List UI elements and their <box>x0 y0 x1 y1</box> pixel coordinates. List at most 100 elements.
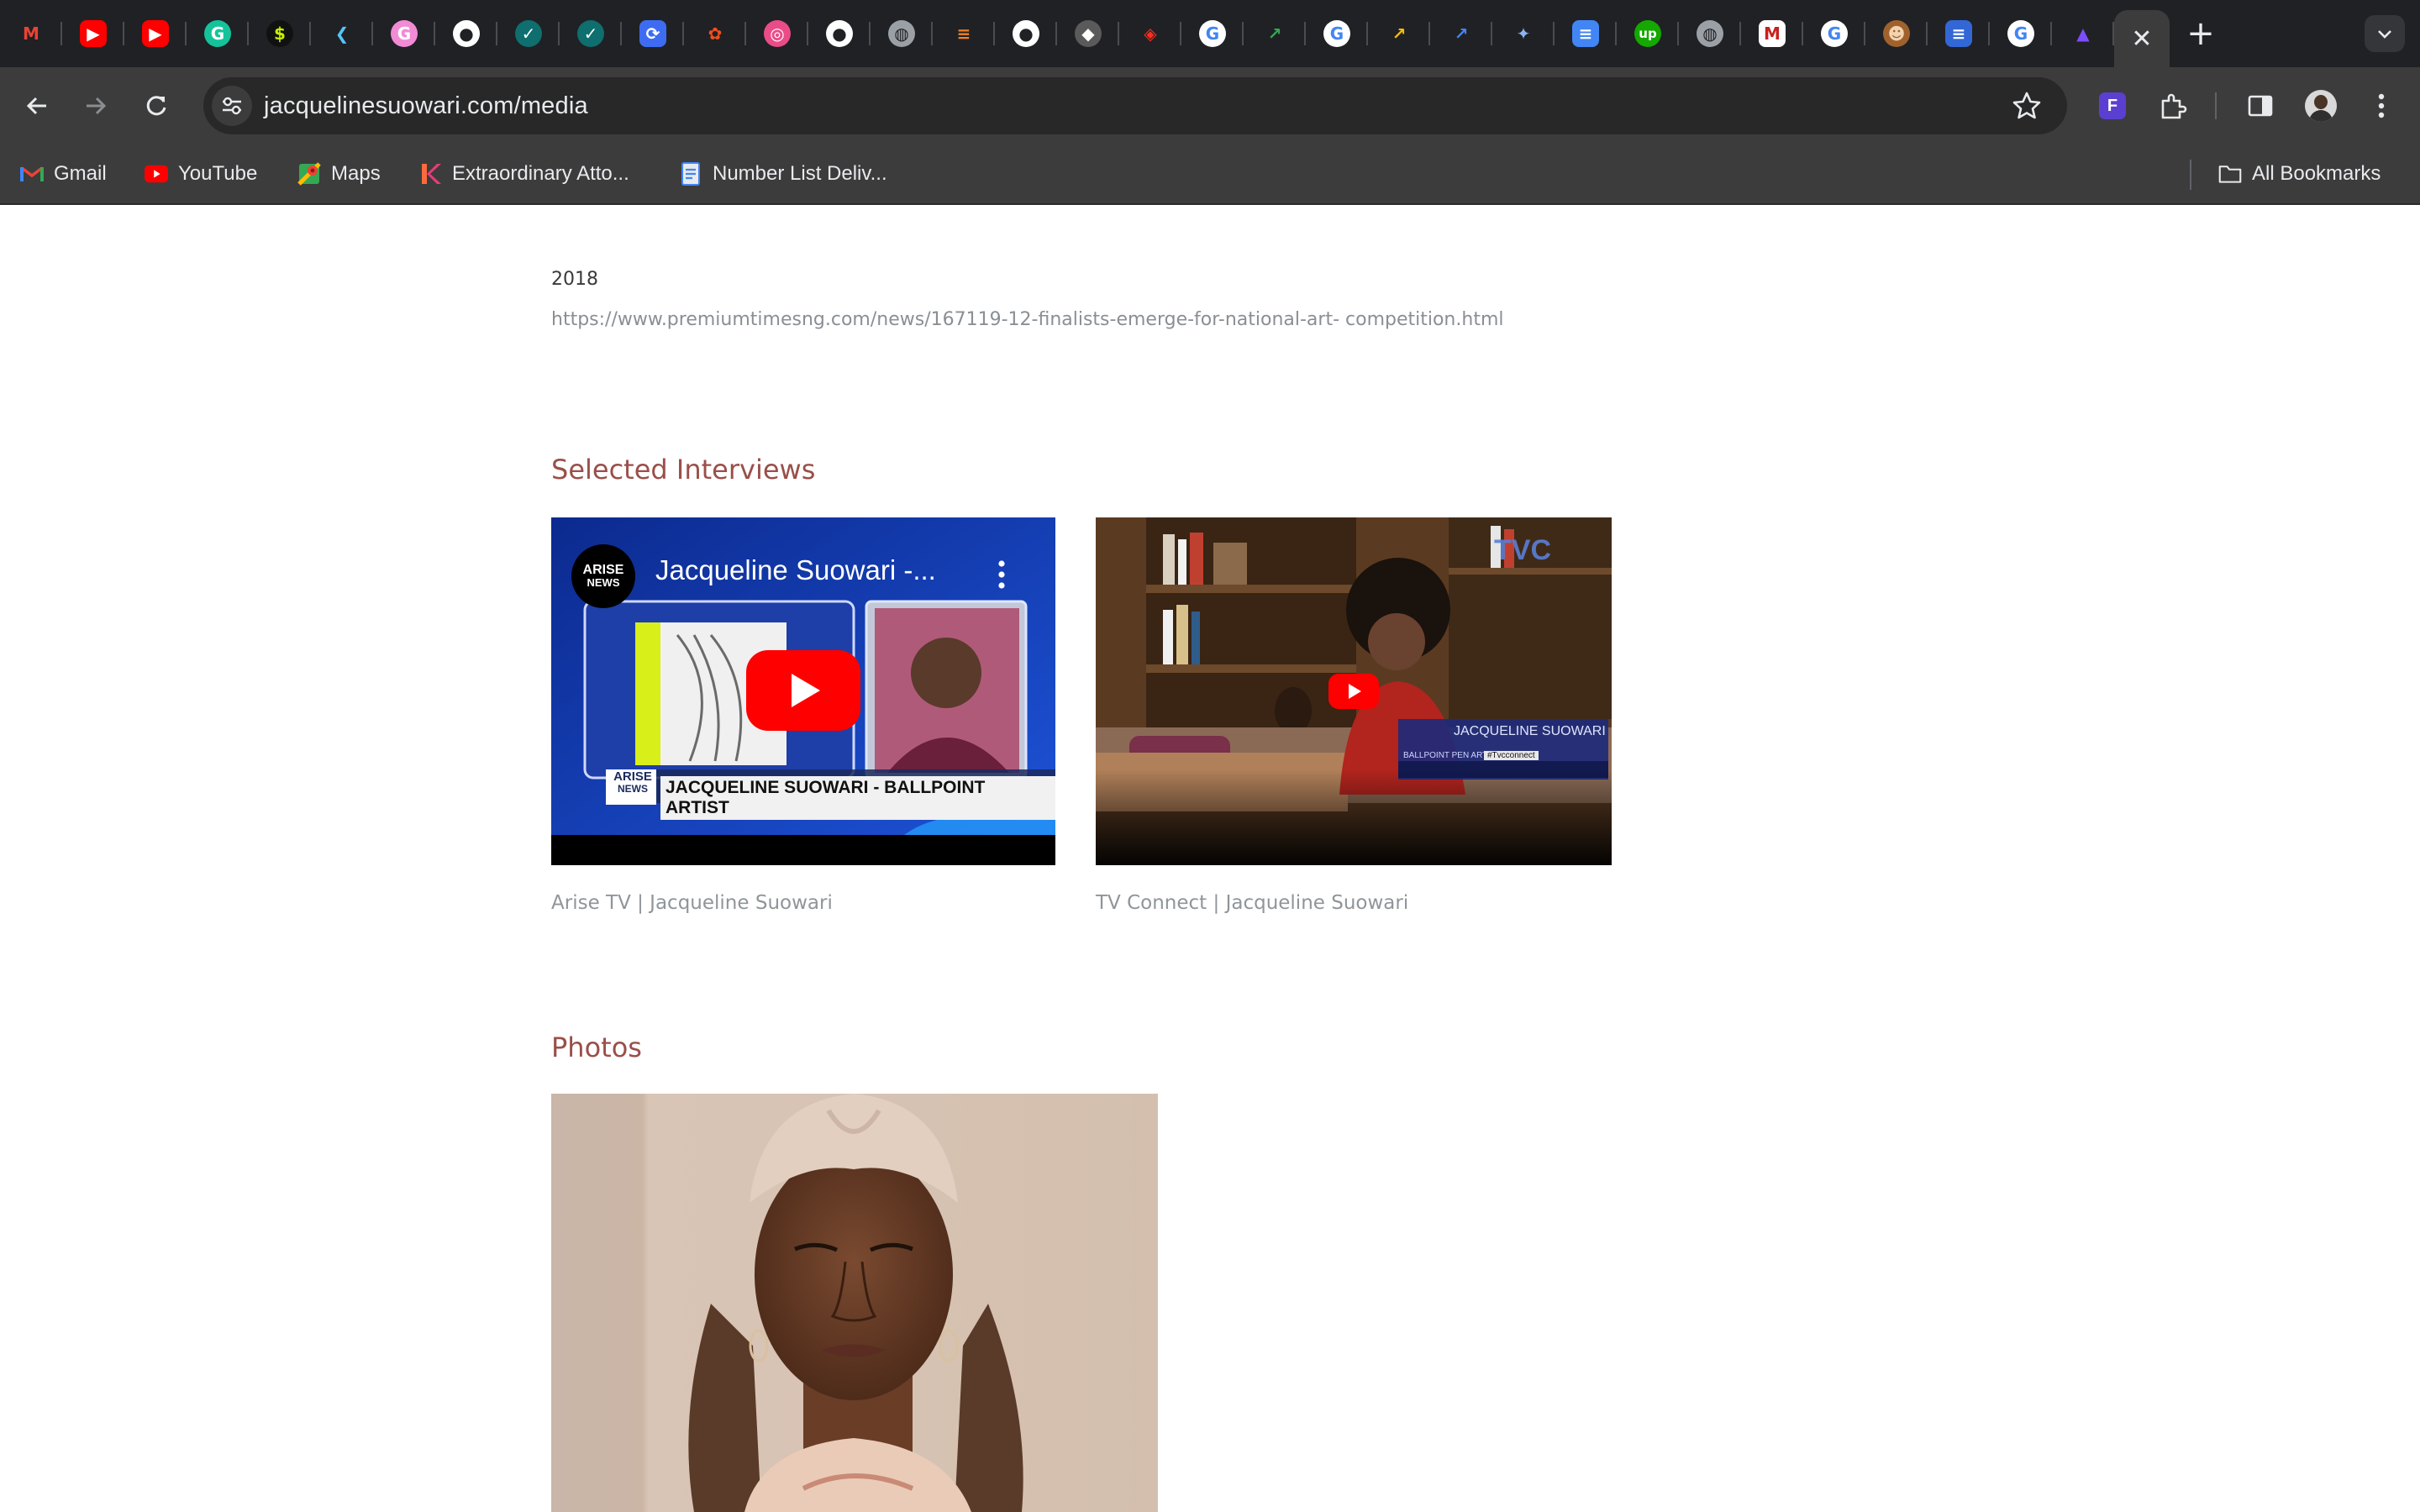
browser-tab[interactable]: ☻ <box>1865 0 1928 67</box>
youtube-icon: ▶ <box>80 20 107 47</box>
browser-tab[interactable]: ❮ <box>311 0 373 67</box>
google-icon: G <box>1323 20 1350 47</box>
browser-tab[interactable]: ≡ <box>1555 0 1617 67</box>
menu-button[interactable] <box>2361 86 2402 126</box>
site-info-button[interactable] <box>212 86 252 126</box>
browser-tab[interactable]: ◍ <box>1679 0 1741 67</box>
browser-tab[interactable]: ● <box>435 0 497 67</box>
browser-tab[interactable]: ▶ <box>62 0 124 67</box>
tab-search-button[interactable] <box>2365 15 2405 52</box>
browser-tab[interactable]: G <box>373 0 435 67</box>
browser-tab[interactable]: G <box>1803 0 1865 67</box>
channel-logo-tvc: TVC <box>1494 534 1551 566</box>
extension-forms-button[interactable]: F <box>2092 86 2133 126</box>
bookmark-number-list[interactable]: Number List Deliv... <box>679 158 887 190</box>
browser-tab[interactable]: M <box>0 0 62 67</box>
bookmark-extraordinary-attorney[interactable]: Extraordinary Atto... <box>418 158 629 190</box>
gmail-icon <box>20 162 44 186</box>
bookmark-label: Maps <box>331 162 381 185</box>
chevron-down-icon <box>2378 30 2391 39</box>
browser-tab[interactable]: ⟳ <box>622 0 684 67</box>
globe-icon: ◍ <box>1697 20 1723 47</box>
lower-third-text: JACQUELINE SUOWARI - BALLPOINT ARTIST <box>660 776 1055 820</box>
google-icon: G <box>1821 20 1848 47</box>
side-panel-icon <box>2248 95 2273 117</box>
extensions-button[interactable] <box>2153 86 2193 126</box>
portrait-photo[interactable] <box>551 1094 1158 1512</box>
medium-icon: M <box>1759 20 1786 47</box>
trend-icon: ↗ <box>1448 20 1475 47</box>
browser-tab[interactable]: ✦ <box>1492 0 1555 67</box>
github-icon: ● <box>1013 20 1039 47</box>
browser-tab[interactable]: ✓ <box>560 0 622 67</box>
browser-tab[interactable]: G <box>1306 0 1368 67</box>
video-caption-arise: Arise TV | Jacqueline Suowari <box>551 892 833 914</box>
browser-tab[interactable]: ↗ <box>1244 0 1306 67</box>
browser-tab[interactable]: ↗ <box>1368 0 1430 67</box>
side-panel-button[interactable] <box>2240 86 2281 126</box>
watermark-logo-arise: ARISE NEWS <box>610 769 655 803</box>
browser-tab[interactable]: up <box>1617 0 1679 67</box>
browser-tab[interactable]: ◈ <box>1119 0 1181 67</box>
doc-icon <box>679 162 702 186</box>
active-tab[interactable]: ✕ <box>2114 10 2170 67</box>
video-embed-arise[interactable]: ARISE NEWS Jacqueline Suowari -... ARISE… <box>551 517 1055 865</box>
laravel-icon: ◈ <box>1137 20 1164 47</box>
more-vertical-icon[interactable] <box>997 559 1007 590</box>
forms-icon: F <box>2099 92 2126 119</box>
dribbble-icon: ◎ <box>764 20 791 47</box>
browser-tab[interactable]: ✿ <box>684 0 746 67</box>
browser-tab[interactable]: G <box>1990 0 2052 67</box>
bookmark-label: Extraordinary Atto... <box>452 162 629 185</box>
bookmarks-divider <box>2190 160 2191 190</box>
new-tab-button[interactable]: + <box>2170 0 2232 67</box>
browser-tab[interactable]: ● <box>808 0 871 67</box>
browser-tab[interactable]: $ <box>249 0 311 67</box>
bookmark-youtube[interactable]: YouTube <box>145 158 257 190</box>
browser-tab[interactable]: ▲ <box>2052 0 2114 67</box>
browser-tab[interactable]: ≡ <box>933 0 995 67</box>
video-caption-tvc: TV Connect | Jacqueline Suowari <box>1096 892 1409 914</box>
browser-tab[interactable]: ◆ <box>1057 0 1119 67</box>
video-title[interactable]: Jacqueline Suowari -... <box>655 554 936 586</box>
url-text[interactable]: jacquelinesuowari.com/media <box>264 92 588 120</box>
portrait-image <box>551 1094 1158 1512</box>
bookmark-maps[interactable]: Maps <box>297 158 381 190</box>
trend-icon: ↗ <box>1386 20 1413 47</box>
browser-tab[interactable]: ◍ <box>871 0 933 67</box>
close-tab-icon[interactable]: ✕ <box>2131 24 2152 54</box>
browser-tab[interactable]: ● <box>995 0 1057 67</box>
forward-button[interactable] <box>77 87 114 124</box>
flutter-icon: ❮ <box>329 20 355 47</box>
browser-tab[interactable]: G <box>1181 0 1244 67</box>
reload-icon <box>146 96 166 116</box>
section-title-photos: Photos <box>551 1032 642 1063</box>
toolbar-divider <box>2215 92 2217 119</box>
browser-tab[interactable]: G <box>187 0 249 67</box>
reload-button[interactable] <box>138 87 175 124</box>
channel-logo-line2: NEWS <box>587 576 620 589</box>
tab-strip: M ▶ ▶ G $ ❮ G ● ✓ ✓ ⟳ ✿ ◎ ● ◍ ≡ ● ◆ ◈ G ↗ G ↗ ↗ ✦ ≡ up ◍ M G ☻ ≡ G ▲ ✕ + <box>0 0 2420 67</box>
google-icon: G <box>1199 20 1226 47</box>
section-title-interviews: Selected Interviews <box>551 454 816 486</box>
browser-tab[interactable]: ▶ <box>124 0 187 67</box>
browser-tab[interactable]: ◎ <box>746 0 808 67</box>
bookmark-star-icon[interactable] <box>2012 91 2042 121</box>
back-button[interactable] <box>18 87 55 124</box>
youtube-play-button[interactable] <box>746 650 860 731</box>
press-article-link[interactable]: https://www.premiumtimesng.com/news/1671… <box>551 309 1503 330</box>
browser-tab[interactable]: M <box>1741 0 1803 67</box>
video-embed-tvc[interactable]: TVC JACQUELINE SUOWARI BALLPOINT PEN ART… <box>1096 517 1612 865</box>
profile-button[interactable] <box>2301 86 2341 126</box>
browser-tab[interactable]: ↗ <box>1430 0 1492 67</box>
youtube-play-button[interactable] <box>1328 674 1379 709</box>
dollar-icon: $ <box>266 20 293 47</box>
watermark-line1: ARISE <box>613 769 652 784</box>
bookmark-gmail[interactable]: Gmail <box>20 158 107 190</box>
all-bookmarks-button[interactable]: All Bookmarks <box>2218 158 2381 190</box>
browser-tab[interactable]: ✓ <box>497 0 560 67</box>
trend-icon: ↗ <box>1261 20 1288 47</box>
browser-tab[interactable]: ≡ <box>1928 0 1990 67</box>
address-bar[interactable]: jacquelinesuowari.com/media <box>203 77 2067 134</box>
check-icon: ✓ <box>577 20 604 47</box>
